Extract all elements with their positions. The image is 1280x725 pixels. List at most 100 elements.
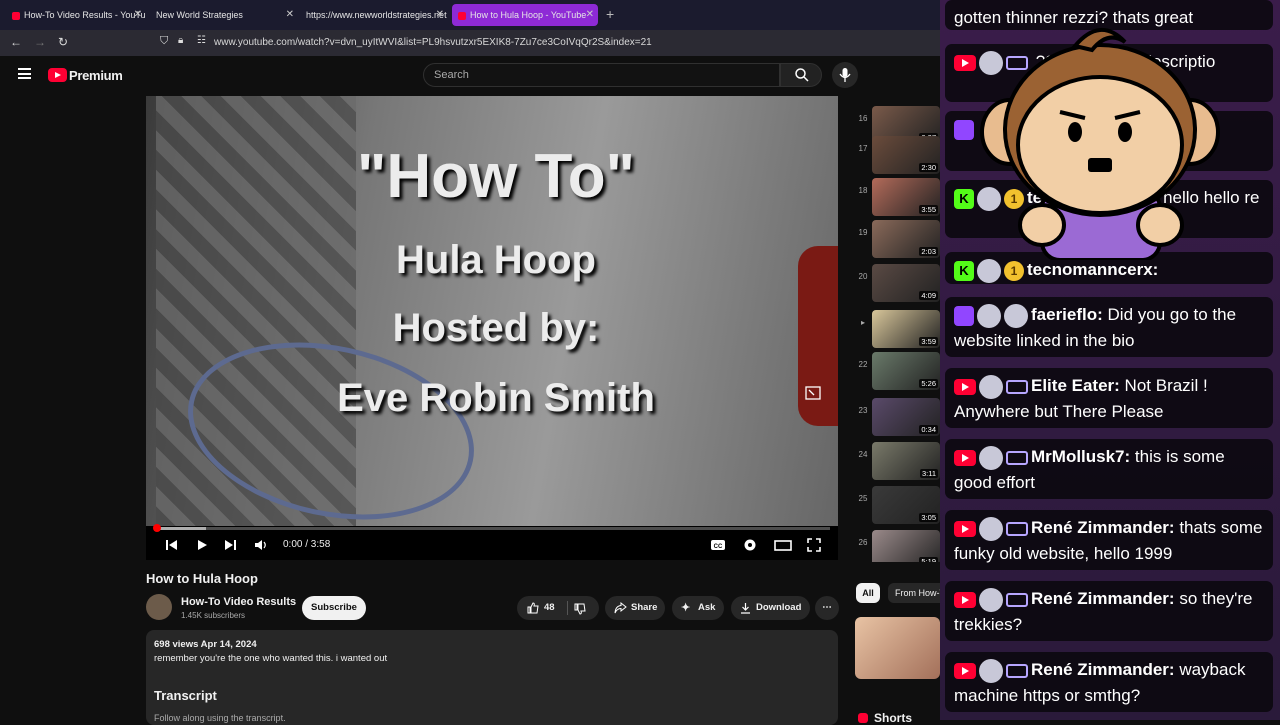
progress-scrubber[interactable] bbox=[153, 524, 161, 532]
previous-icon[interactable] bbox=[164, 538, 178, 552]
tab-hula-hoop[interactable]: How to Hula Hoop - YouTube ✕ bbox=[452, 4, 598, 26]
avatar-badge-icon bbox=[977, 303, 1001, 328]
thumbs-down-icon[interactable] bbox=[574, 603, 586, 615]
video-player[interactable]: "How To" Hula Hoop Hosted by: Eve Robin … bbox=[146, 96, 838, 560]
sparkle-icon: ✦ bbox=[681, 602, 691, 614]
recommended-video-thumbnail[interactable] bbox=[855, 617, 940, 679]
youtube-header: Premium Search bbox=[0, 56, 940, 96]
video-frame[interactable]: "How To" Hula Hoop Hosted by: Eve Robin … bbox=[146, 96, 838, 545]
browser-tab-bar: How-To Video Results - YouTube ✕ New Worl… bbox=[0, 0, 940, 30]
play-icon[interactable] bbox=[195, 538, 209, 552]
chat-username: René Zimmander: bbox=[1031, 589, 1175, 608]
youtube-favicon-icon bbox=[12, 11, 20, 20]
reload-icon[interactable]: ↻ bbox=[58, 35, 68, 49]
youtube-badge-icon bbox=[954, 449, 976, 466]
permissions-icon[interactable]: ☷ bbox=[197, 35, 206, 46]
shield-icon[interactable]: ⛉ bbox=[160, 35, 168, 48]
like-button[interactable]: 48 bbox=[517, 596, 567, 620]
playlist-item-thumbnail[interactable]: 3:05 bbox=[872, 486, 940, 524]
channel-avatar[interactable] bbox=[146, 594, 172, 620]
close-tab-icon[interactable]: ✕ bbox=[436, 4, 444, 26]
theater-mode-icon[interactable] bbox=[774, 538, 792, 552]
youtube-badge-icon bbox=[954, 591, 976, 608]
close-tab-icon[interactable]: ✕ bbox=[134, 4, 142, 26]
search-placeholder: Search bbox=[434, 69, 469, 81]
search-input[interactable]: Search bbox=[423, 63, 780, 87]
playlist-item-thumbnail[interactable]: 3:59 bbox=[872, 310, 940, 348]
miniplayer-icon[interactable] bbox=[805, 386, 821, 400]
chat-message: René Zimmander: so they're trekkies? bbox=[945, 581, 1273, 641]
playlist-item-duration: 3:05 bbox=[919, 513, 938, 522]
video-title-line: Eve Robin Smith bbox=[337, 376, 655, 420]
playlist-index: 19 bbox=[858, 228, 868, 237]
youtube-badge-icon bbox=[954, 54, 976, 71]
playlist-item-duration: 5:19 bbox=[919, 557, 938, 562]
member-badge-icon bbox=[1006, 450, 1028, 465]
hamburger-menu-icon[interactable] bbox=[18, 68, 31, 79]
filter-chip-all[interactable]: All bbox=[856, 583, 880, 603]
next-icon[interactable] bbox=[224, 538, 238, 552]
video-title-line: Hula Hoop bbox=[396, 238, 596, 282]
chat-username: MrMollusk7: bbox=[1031, 447, 1131, 466]
playlist-item-thumbnail[interactable]: 3:11 bbox=[872, 442, 940, 480]
playlist-item-thumbnail[interactable]: 2:03 bbox=[872, 220, 940, 258]
lock-icon[interactable]: 🔒︎ bbox=[178, 35, 183, 46]
back-arrow-icon[interactable]: ← bbox=[10, 35, 22, 49]
close-tab-icon[interactable]: ✕ bbox=[586, 4, 594, 26]
playlist-item-thumbnail[interactable]: 5:26 bbox=[872, 352, 940, 390]
new-tab-button[interactable]: + bbox=[606, 6, 614, 22]
playlist-item-duration: 2:03 bbox=[919, 247, 938, 256]
playlist-item-thumbnail[interactable]: 0:34 bbox=[872, 398, 940, 436]
volume-icon[interactable] bbox=[254, 538, 268, 552]
playlist-item-thumbnail[interactable]: 2:30 bbox=[872, 136, 940, 174]
description-text: remember you're the one who wanted this.… bbox=[154, 653, 388, 664]
playlist-item-thumbnail[interactable]: 5:19 bbox=[872, 530, 940, 562]
tab-howto-results[interactable]: How-To Video Results - YouTube ✕ bbox=[6, 4, 146, 26]
more-actions-button[interactable]: ⋯ bbox=[815, 596, 839, 620]
settings-gear-icon[interactable] bbox=[743, 538, 757, 552]
search-button[interactable] bbox=[780, 63, 822, 87]
playlist-item-thumbnail[interactable]: 3:55 bbox=[872, 178, 940, 216]
twitch-badge-icon bbox=[954, 119, 974, 140]
chat-message: MrMollusk7: this is some good effort bbox=[945, 439, 1273, 499]
member-badge-icon bbox=[1006, 521, 1028, 536]
kick-badge-icon: K bbox=[954, 188, 974, 209]
share-button[interactable]: Share bbox=[605, 596, 665, 620]
playlist-index: 16 bbox=[858, 114, 868, 123]
time-display: 0:00 / 3:58 bbox=[283, 539, 331, 550]
playlist-index: 25 bbox=[858, 494, 868, 503]
subscriber-count: 1.45K subscribers bbox=[181, 611, 246, 620]
gold-badge-icon: 1 bbox=[1004, 260, 1024, 281]
voice-search-button[interactable] bbox=[832, 62, 858, 88]
close-tab-icon[interactable]: ✕ bbox=[286, 4, 294, 26]
url-bar[interactable]: www.youtube.com/watch?v=dvn_uyItWVI&list… bbox=[214, 37, 652, 48]
youtube-logo-icon[interactable] bbox=[48, 68, 67, 82]
avatar-badge-icon bbox=[979, 516, 1003, 541]
playlist-item-thumbnail[interactable]: 4:09 bbox=[872, 264, 940, 302]
ask-button[interactable]: ✦ Ask bbox=[672, 596, 724, 620]
playlist-panel: 166:07172:30183:55192:03204:09▸3:59225:2… bbox=[855, 92, 940, 562]
playlist-index: 20 bbox=[858, 272, 868, 281]
filter-chip-from-channel[interactable]: From How-To bbox=[888, 583, 948, 603]
download-button[interactable]: Download bbox=[731, 596, 810, 620]
subscribe-button[interactable]: Subscribe bbox=[302, 596, 366, 620]
channel-name[interactable]: How-To Video Results bbox=[181, 596, 296, 608]
playlist-item-duration: 2:30 bbox=[919, 163, 938, 172]
chat-message: faerieflo: Did you go to the website lin… bbox=[945, 297, 1273, 357]
search-icon bbox=[795, 68, 809, 82]
shorts-icon bbox=[858, 713, 868, 723]
progress-bar[interactable] bbox=[156, 527, 830, 530]
chat-username: faerieflo: bbox=[1031, 305, 1103, 324]
tab-new-world-strategies[interactable]: New World Strategies ✕ bbox=[150, 4, 298, 26]
playlist-index: 17 bbox=[858, 144, 868, 153]
brand-label[interactable]: Premium bbox=[69, 68, 123, 83]
playlist-index: 26 bbox=[858, 538, 868, 547]
fullscreen-icon[interactable] bbox=[807, 538, 821, 552]
tab-newworld-url[interactable]: https://www.newworldstrategies.net ✕ bbox=[300, 4, 448, 26]
download-icon bbox=[741, 603, 750, 614]
captions-icon[interactable]: CC bbox=[710, 538, 726, 552]
chat-username: René Zimmander: bbox=[1031, 518, 1175, 537]
youtube-badge-icon bbox=[954, 662, 976, 679]
playlist-index: 24 bbox=[858, 450, 868, 459]
forward-arrow-icon[interactable]: → bbox=[34, 35, 46, 49]
